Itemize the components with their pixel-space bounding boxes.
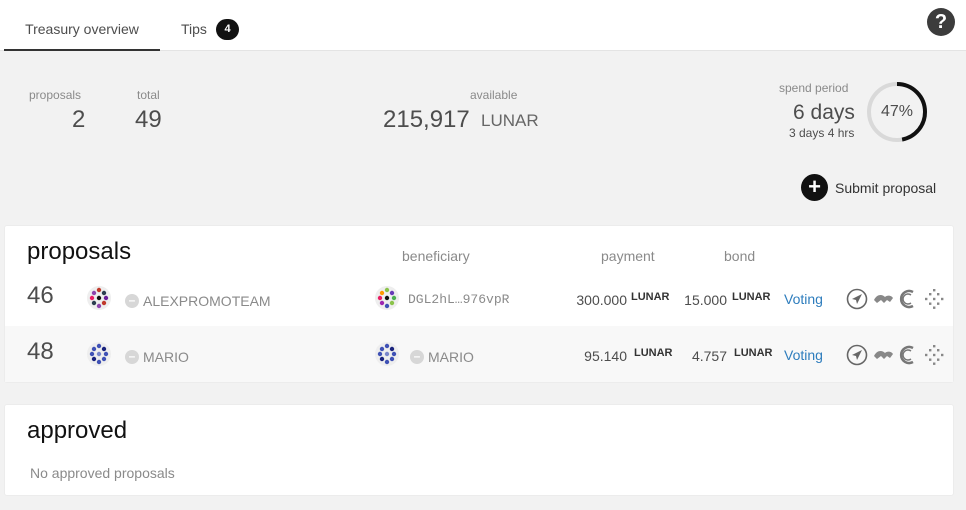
no-identity-icon: – (125, 350, 139, 364)
no-identity-icon: – (410, 350, 424, 364)
beneficiary-address[interactable]: DGL2hL…976vpR (408, 292, 509, 307)
available-unit: LUNAR (481, 111, 539, 130)
subsquare-icon[interactable] (872, 344, 894, 366)
bond-amount: 15.000 (684, 292, 727, 308)
approved-empty-message: No approved proposals (30, 465, 175, 481)
no-identity-icon: – (125, 294, 139, 308)
proposal-id: 46 (27, 282, 54, 309)
bond-amount: 4.757 (691, 348, 727, 364)
polkaholic-icon[interactable] (923, 344, 945, 366)
proposal-row[interactable]: 46 – ALEXPROMOTEAM DGL2hL…976vpR 300.000… (5, 270, 953, 326)
commonwealth-icon[interactable] (897, 344, 919, 366)
tab-treasury-overview[interactable]: Treasury overview (4, 0, 160, 51)
beneficiary-identicon[interactable] (375, 342, 399, 366)
proposal-status[interactable]: Voting (784, 291, 823, 307)
spend-period-percent: 47% (880, 103, 914, 120)
bond-unit: LUNAR (734, 347, 773, 359)
plus-icon: + (801, 174, 828, 201)
tab-tips[interactable]: Tips (181, 0, 207, 51)
column-bond: bond (724, 248, 756, 264)
proposer-identicon[interactable] (87, 286, 111, 310)
polkaholic-icon[interactable] (923, 288, 945, 310)
help-icon[interactable]: ? (927, 8, 955, 36)
tab-bar: Treasury overview Tips 4 ? (0, 0, 966, 51)
total-value: 49 (135, 106, 162, 133)
approved-title: approved (27, 417, 128, 444)
spend-period-remaining: 3 days 4 hrs (789, 126, 855, 140)
proposer-name[interactable]: MARIO (143, 349, 189, 365)
bond-unit: LUNAR (732, 291, 771, 303)
column-beneficiary: beneficiary (402, 248, 470, 264)
submit-proposal-label: Submit proposal (835, 179, 937, 196)
available-label: available (470, 88, 518, 102)
spend-period-label: spend period (779, 81, 849, 95)
payment-amount: 95.140 (584, 348, 627, 364)
proposals-count-value: 2 (72, 106, 86, 133)
commonwealth-icon[interactable] (897, 288, 919, 310)
polkassembly-icon[interactable] (846, 288, 868, 310)
proposer-name[interactable]: ALEXPROMOTEAM (143, 293, 271, 309)
total-label: total (137, 88, 160, 102)
beneficiary-name[interactable]: MARIO (428, 349, 474, 365)
available-value: 215,917 (383, 106, 470, 133)
tips-count-badge: 4 (216, 19, 239, 40)
proposals-count-label: proposals (29, 88, 82, 102)
proposal-row[interactable]: 48 – MARIO – MARIO 95.140 LUNAR 4.757 LU… (5, 326, 953, 382)
proposer-identicon[interactable] (87, 342, 111, 366)
proposals-title: proposals (27, 238, 132, 265)
proposals-panel: proposals beneficiary payment bond 46 – … (4, 225, 954, 383)
submit-proposal-button[interactable]: + Submit proposal (801, 174, 936, 201)
payment-unit: LUNAR (631, 291, 670, 303)
payment-amount: 300.000 (576, 292, 627, 308)
spend-period-days: 6 days (793, 101, 855, 124)
column-payment: payment (601, 248, 655, 264)
polkassembly-icon[interactable] (846, 344, 868, 366)
proposal-status[interactable]: Voting (784, 347, 823, 363)
subsquare-icon[interactable] (872, 288, 894, 310)
beneficiary-identicon[interactable] (375, 286, 399, 310)
approved-panel: approved No approved proposals (4, 404, 954, 496)
proposal-id: 48 (27, 338, 54, 365)
